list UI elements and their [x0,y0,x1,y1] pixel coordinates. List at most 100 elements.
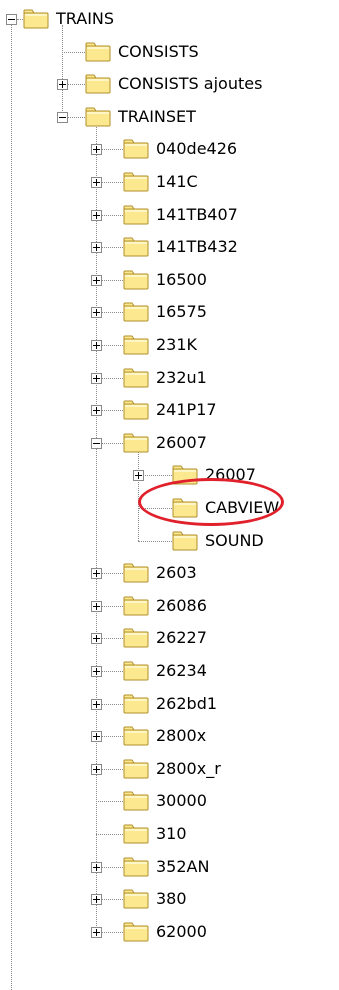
folder-icon [123,759,149,779]
tree-node[interactable]: 241P17 [123,395,220,425]
tree-node[interactable]: 141TB407 [123,200,241,230]
folder-tree: TRAINS CONSISTS CONSISTS ajoutes TRAINSET 04… [0,0,339,990]
tree-node[interactable]: 26086 [123,591,210,621]
plus-expander-icon[interactable] [91,177,102,188]
tree-node[interactable]: 16500 [123,265,210,295]
tree-node-label: 26086 [156,595,207,615]
folder-icon [123,205,149,225]
tree-node-label: 232u1 [156,367,207,387]
minus-expander-icon[interactable] [6,14,17,25]
tree-node-label: 141TB432 [156,237,238,257]
plus-expander-icon[interactable] [91,274,102,286]
folder-icon [123,335,149,355]
tree-node[interactable]: 30000 [123,786,210,816]
tree-connector [138,448,139,541]
folder-icon [172,465,198,485]
tree-node-label: 2800x_r [156,758,221,778]
tree-node-label: CONSISTS ajoutes [118,74,263,94]
tree-node[interactable]: 26227 [123,623,210,653]
tree-node-label: 141C [156,172,198,191]
folder-icon [123,857,149,877]
folder-icon [23,9,49,29]
plus-expander-icon[interactable] [91,307,102,319]
plus-expander-icon[interactable] [91,372,102,384]
tree-node[interactable]: 2603 [123,558,200,588]
folder-icon [85,74,111,94]
plus-expander-icon[interactable] [91,698,102,710]
tree-node[interactable]: 141TB432 [123,232,241,262]
tree-node-label: SOUND [205,530,264,550]
folder-icon [123,368,149,388]
minus-expander-icon[interactable] [91,437,102,449]
tree-node[interactable]: 26234 [123,656,210,686]
tree-node[interactable]: TRAINSET [85,102,199,132]
plus-expander-icon[interactable] [91,633,102,645]
tree-node-label: 040de426 [156,139,238,159]
tree-node-label: 380 [156,889,187,909]
folder-icon [123,237,149,257]
tree-connector [62,25,63,117]
tree-node[interactable]: CONSISTS [85,37,202,67]
tree-node[interactable]: 040de426 [123,134,240,164]
plus-expander-icon[interactable] [91,666,102,677]
tree-node-label: 62000 [156,921,207,941]
tree-node-label: 2800x [156,726,207,746]
tree-node[interactable]: 62000 [123,917,210,947]
folder-icon [123,172,149,192]
tree-node-label: 310 [156,824,187,843]
tree-node[interactable]: TRAINS [23,4,117,34]
plus-expander-icon[interactable] [91,861,102,873]
tree-node[interactable]: 262bd1 [123,689,220,719]
plus-expander-icon[interactable] [91,144,102,156]
tree-branch-line [62,51,85,53]
tree-node-label: 2603 [156,563,197,583]
folder-icon [123,596,149,616]
tree-node-label: CONSISTS [118,41,199,61]
tree-node[interactable]: 16575 [123,297,210,327]
plus-expander-icon[interactable] [91,600,102,612]
tree-node[interactable]: 310 [123,819,190,849]
tree-node[interactable]: 26007 [172,460,259,490]
tree-node[interactable]: 352AN [123,852,212,882]
folder-icon [123,302,149,322]
tree-node[interactable]: 2800x_r [123,754,224,784]
tree-node[interactable]: 141C [123,167,201,197]
tree-node-label: CABVIEW [205,498,280,517]
plus-expander-icon[interactable] [91,340,102,351]
folder-icon [123,726,149,746]
plus-expander-icon[interactable] [91,568,102,580]
plus-expander-icon[interactable] [57,79,68,91]
tree-node[interactable]: SOUND [172,526,267,556]
plus-expander-icon[interactable] [91,894,102,906]
tree-branch-line [96,834,123,835]
tree-node[interactable]: CONSISTS ajoutes [85,69,265,99]
tree-node-label: 30000 [156,791,207,811]
folder-icon [123,694,149,714]
plus-expander-icon[interactable] [91,405,102,417]
tree-node-label: 26234 [156,661,207,680]
tree-node-label: 241P17 [156,400,217,420]
plus-expander-icon[interactable] [133,470,144,482]
tree-node[interactable]: CABVIEW [172,493,282,523]
folder-icon [85,107,111,127]
tree-branch-line [96,801,123,803]
folder-icon [123,433,149,453]
plus-expander-icon[interactable] [91,763,102,775]
tree-node[interactable]: 232u1 [123,363,210,393]
plus-expander-icon[interactable] [91,209,102,221]
tree-node[interactable]: 380 [123,884,190,914]
tree-node-label: 231K [156,335,198,354]
folder-icon [123,824,149,844]
plus-expander-icon[interactable] [91,242,102,254]
tree-node-label: 26227 [156,628,207,648]
plus-expander-icon[interactable] [91,926,102,938]
tree-node-label: 26007 [156,432,207,452]
tree-node-label: 26007 [205,465,256,485]
tree-node[interactable]: 26007 [123,428,210,458]
plus-expander-icon[interactable] [91,731,102,743]
tree-connector [11,25,12,990]
minus-expander-icon[interactable] [57,111,68,123]
tree-node-label: TRAINSET [118,106,196,126]
tree-node[interactable]: 231K [123,330,200,360]
tree-node[interactable]: 2800x [123,721,209,751]
